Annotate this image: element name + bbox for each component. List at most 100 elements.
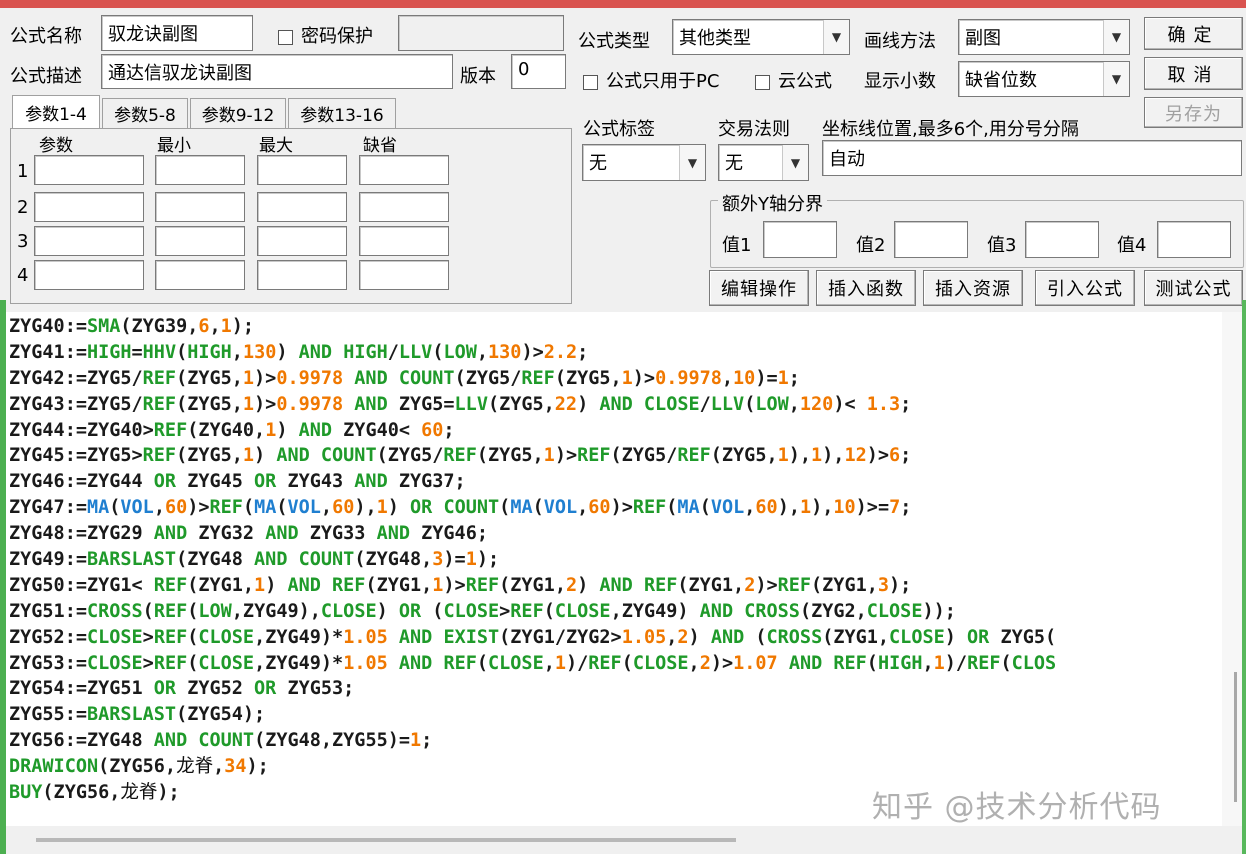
code-line[interactable]: ZYG48:=ZYG29 AND ZYG32 AND ZYG33 AND ZYG…	[9, 521, 1222, 547]
cloud-formula-label: 云公式	[778, 71, 832, 92]
code-line[interactable]: ZYG40:=SMA(ZYG39,6,1);	[9, 314, 1222, 340]
code-token: (ZYG1/ZYG2>	[499, 626, 622, 648]
code-token: ,	[788, 393, 800, 415]
tab-params-1-4[interactable]: 参数1-4	[12, 95, 100, 128]
code-token: VOL	[710, 497, 745, 519]
horizontal-scrollbar[interactable]	[6, 826, 1222, 854]
save-as-button[interactable]: 另存为	[1144, 97, 1243, 128]
insert-function-button[interactable]: 插入函数	[816, 270, 916, 306]
tab-params-5-8[interactable]: 参数5-8	[102, 98, 188, 128]
code-line[interactable]: ZYG56:=ZYG48 AND COUNT(ZYG48,ZYG55)=1;	[9, 728, 1222, 754]
code-line[interactable]: ZYG50:=ZYG1< REF(ZYG1,1) AND REF(ZYG1,1)…	[9, 573, 1222, 599]
vertical-scroll-thumb[interactable]	[1234, 672, 1237, 802]
code-line[interactable]: ZYG47:=MA(VOL,60)>REF(MA(VOL,60),1) OR C…	[9, 495, 1222, 521]
tab-params-13-16[interactable]: 参数13-16	[288, 98, 396, 128]
pc-only-checkbox[interactable]: 公式只用于PC	[583, 67, 719, 93]
param-3-name-input[interactable]	[34, 226, 144, 256]
import-formula-button[interactable]: 引入公式	[1035, 270, 1135, 306]
code-token: 1	[465, 549, 477, 571]
code-token: CLOSE	[554, 600, 611, 622]
axis-lines-input[interactable]: 自动	[822, 140, 1242, 176]
value2-input[interactable]	[894, 221, 968, 258]
code-line[interactable]: ZYG55:=BARSLAST(ZYG54);	[9, 702, 1222, 728]
formula-tag-select[interactable]: 无 ▼	[582, 144, 706, 181]
code-line[interactable]: ZYG43:=ZYG5/REF(ZYG5,1)>0.9978 AND ZYG5=…	[9, 392, 1222, 418]
code-token: ,	[476, 341, 489, 363]
code-token: 1	[410, 730, 422, 752]
code-line[interactable]: ZYG41:=HIGH=HHV(HIGH,130) AND HIGH/LLV(L…	[9, 340, 1222, 366]
code-token: ZYG41:=	[9, 341, 87, 363]
password-checkbox-box[interactable]	[278, 29, 293, 45]
code-line[interactable]: ZYG42:=ZYG5/REF(ZYG5,1)>0.9978 AND COUNT…	[9, 366, 1222, 392]
code-token: >	[142, 626, 154, 648]
param-1-max-input[interactable]	[257, 155, 347, 185]
param-3-min-input[interactable]	[155, 226, 245, 256]
param-2-max-input[interactable]	[257, 192, 347, 222]
cancel-button[interactable]: 取消	[1144, 57, 1243, 90]
code-token: (ZYG54);	[176, 704, 266, 726]
ok-button[interactable]: 确定	[1144, 17, 1243, 50]
code-token: REF	[632, 497, 667, 519]
code-editor[interactable]: ZYG40:=SMA(ZYG39,6,1); ZYG41:=HIGH=HHV(HI…	[6, 312, 1222, 826]
horizontal-scroll-thumb[interactable]	[36, 838, 736, 842]
trade-rule-select[interactable]: 无 ▼	[718, 144, 809, 181]
chevron-down-icon[interactable]: ▼	[823, 20, 849, 54]
chevron-down-icon[interactable]: ▼	[1103, 20, 1129, 54]
code-token: )>	[632, 367, 656, 389]
param-1-default-input[interactable]	[359, 155, 449, 185]
code-line[interactable]: ZYG54:=ZYG51 OR ZYG52 OR ZYG53;	[9, 676, 1222, 702]
draw-method-select[interactable]: 副图 ▼	[958, 19, 1130, 55]
param-4-name-input[interactable]	[34, 260, 144, 290]
param-3-max-input[interactable]	[257, 226, 347, 256]
edit-ops-button[interactable]: 编辑操作	[709, 270, 809, 306]
code-token: (ZYG5,	[176, 393, 243, 415]
password-protect-checkbox[interactable]: 密码保护	[278, 22, 373, 48]
vertical-scrollbar[interactable]	[1222, 312, 1242, 826]
value1-input[interactable]	[763, 221, 837, 258]
param-2-min-input[interactable]	[155, 192, 245, 222]
chevron-down-icon[interactable]: ▼	[679, 145, 705, 180]
param-3-default-input[interactable]	[359, 226, 449, 256]
test-formula-button[interactable]: 测试公式	[1144, 270, 1243, 306]
pc-only-checkbox-box[interactable]	[583, 74, 598, 90]
code-line[interactable]: ZYG52:=CLOSE>REF(CLOSE,ZYG49)*1.05 AND E…	[9, 625, 1222, 651]
code-token: AND	[265, 523, 299, 545]
code-line[interactable]: ZYG45:=ZYG5>REF(ZYG5,1) AND COUNT(ZYG5/R…	[9, 443, 1222, 469]
code-line[interactable]: ZYG51:=CROSS(REF(LOW,ZYG49),CLOSE) OR (C…	[9, 599, 1222, 625]
value3-input[interactable]	[1025, 221, 1099, 258]
code-token: REF	[443, 652, 477, 674]
code-token: REF	[209, 497, 243, 519]
password-input[interactable]	[398, 15, 564, 51]
param-2-default-input[interactable]	[359, 192, 449, 222]
formula-desc-input[interactable]: 通达信驭龙诀副图	[101, 54, 453, 89]
insert-resource-button[interactable]: 插入资源	[923, 270, 1023, 306]
formula-name-label: 公式名称	[10, 26, 82, 47]
code-line[interactable]: ZYG53:=CLOSE>REF(CLOSE,ZYG49)*1.05 AND R…	[9, 651, 1222, 677]
cloud-checkbox-box[interactable]	[755, 74, 770, 90]
value4-input[interactable]	[1157, 221, 1231, 258]
cloud-formula-checkbox[interactable]: 云公式	[755, 67, 832, 93]
formula-name-input[interactable]: 驭龙诀副图	[101, 15, 253, 51]
chevron-down-icon[interactable]: ▼	[782, 145, 808, 180]
code-text[interactable]: ZYG40:=SMA(ZYG39,6,1); ZYG41:=HIGH=HHV(HI…	[6, 312, 1222, 806]
version-input[interactable]: 0	[511, 54, 566, 89]
param-4-default-input[interactable]	[359, 260, 449, 290]
formula-type-select[interactable]: 其他类型 ▼	[672, 19, 850, 55]
param-1-name-input[interactable]	[34, 155, 144, 185]
param-1-min-input[interactable]	[155, 155, 245, 185]
decimals-select[interactable]: 缺省位数 ▼	[958, 61, 1130, 97]
param-4-min-input[interactable]	[155, 260, 245, 290]
code-token: CROSS	[766, 626, 823, 648]
code-line[interactable]: ZYG49:=BARSLAST(ZYG48 AND COUNT(ZYG48,3)…	[9, 547, 1222, 573]
code-token: AND	[599, 393, 633, 415]
tab-params-9-12[interactable]: 参数9-12	[190, 98, 286, 128]
code-line[interactable]: ZYG44:=ZYG40>REF(ZYG40,1) AND ZYG40< 60;	[9, 418, 1222, 444]
code-line[interactable]: DRAWICON(ZYG56,龙脊,34);	[9, 754, 1222, 780]
code-token: 2.2	[543, 341, 578, 363]
param-2-name-input[interactable]	[34, 192, 144, 222]
param-4-max-input[interactable]	[257, 260, 347, 290]
code-line[interactable]: ZYG46:=ZYG44 OR ZYG45 OR ZYG43 AND ZYG37…	[9, 469, 1222, 495]
chevron-down-icon[interactable]: ▼	[1103, 62, 1129, 96]
